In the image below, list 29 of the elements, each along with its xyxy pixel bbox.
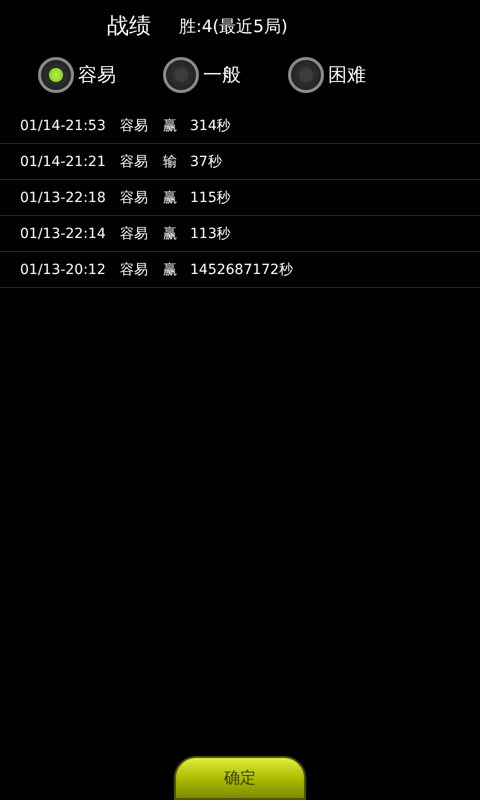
record-result: 赢 bbox=[163, 224, 178, 242]
record-duration: 1452687172秒 bbox=[190, 260, 294, 278]
radio-label[interactable]: 一般 bbox=[203, 62, 241, 88]
record-time: 01/13-20:12 bbox=[20, 262, 107, 278]
record-time: 01/14-21:53 bbox=[20, 118, 107, 134]
confirm-button[interactable]: 确定 bbox=[174, 756, 306, 800]
record-time: 01/13-22:14 bbox=[20, 226, 107, 242]
radio-button[interactable] bbox=[288, 57, 324, 93]
record-duration: 113秒 bbox=[190, 224, 232, 242]
radio-button[interactable] bbox=[163, 57, 199, 93]
record-difficulty: 容易 bbox=[120, 224, 149, 242]
record-difficulty: 容易 bbox=[120, 152, 149, 170]
record-difficulty: 容易 bbox=[120, 260, 149, 278]
record-time: 01/14-21:21 bbox=[20, 154, 107, 170]
record-result: 赢 bbox=[163, 188, 178, 206]
record-duration: 115秒 bbox=[190, 188, 232, 206]
radio-label[interactable]: 困难 bbox=[328, 62, 366, 88]
record-time: 01/13-22:18 bbox=[20, 190, 107, 206]
record-difficulty: 容易 bbox=[120, 116, 149, 134]
screen-title: 战绩 bbox=[107, 13, 151, 41]
win-summary: 胜:4(最近5局) bbox=[179, 16, 288, 38]
record-result: 输 bbox=[163, 152, 178, 170]
record-duration: 314秒 bbox=[190, 116, 232, 134]
record-result: 赢 bbox=[163, 116, 178, 134]
record-difficulty: 容易 bbox=[120, 188, 149, 206]
radio-label[interactable]: 容易 bbox=[78, 62, 116, 88]
record-result: 赢 bbox=[163, 260, 178, 278]
record-duration: 37秒 bbox=[190, 152, 223, 170]
radio-button[interactable] bbox=[38, 57, 74, 93]
